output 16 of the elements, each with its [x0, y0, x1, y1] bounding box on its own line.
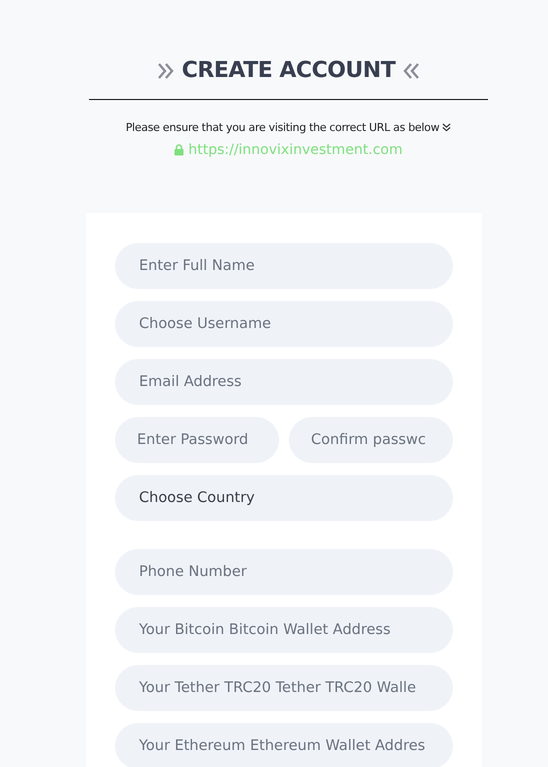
double-chevron-icon — [156, 60, 176, 80]
country-select[interactable]: Choose Country — [115, 475, 453, 521]
text-field[interactable]: Your Ethereum Ethereum Wallet Addres — [115, 723, 453, 767]
text-field[interactable]: Phone Number — [115, 549, 453, 595]
text-field[interactable]: Confirm passwc — [289, 417, 453, 463]
lock-icon — [174, 144, 184, 156]
text-field[interactable]: Email Address — [115, 359, 453, 405]
text-field[interactable]: Enter Password — [115, 417, 279, 463]
text-field[interactable]: Enter Full Name — [115, 243, 453, 289]
text-field[interactable]: Your Tether TRC20 Tether TRC20 Walle — [115, 665, 453, 711]
text-field[interactable]: Choose Username — [115, 301, 453, 347]
url-notice: Please ensure that you are visiting the correct URL as below — [126, 121, 440, 134]
text-field[interactable]: Your Bitcoin Bitcoin Wallet Address — [115, 607, 453, 653]
double-chevron-icon — [401, 60, 422, 80]
chevron-down-icon — [442, 123, 452, 132]
page-title: CREATE ACCOUNT — [182, 58, 396, 83]
